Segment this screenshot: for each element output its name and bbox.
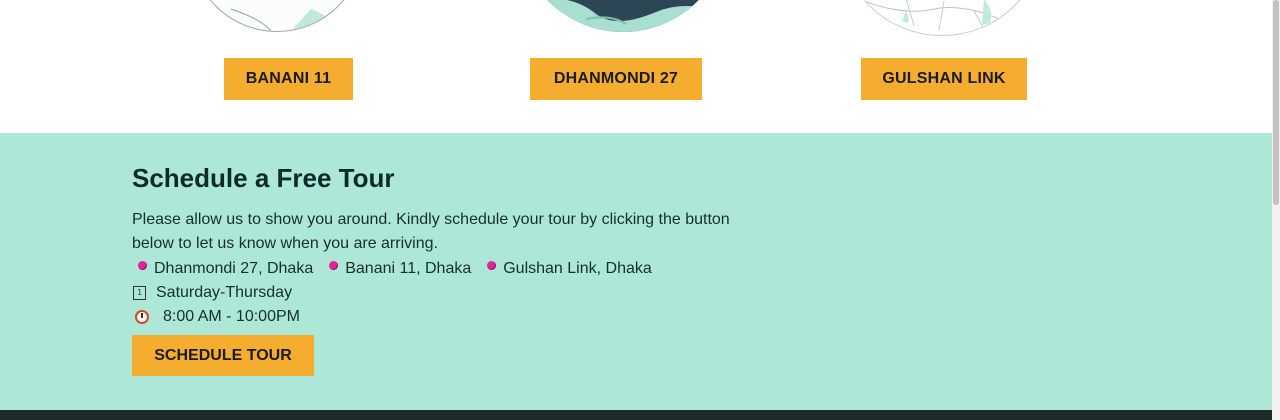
days-text: Saturday-Thursday: [156, 284, 293, 301]
opening-hours: 8:00 AM - 10:00PM: [132, 306, 300, 328]
schedule-tour-button[interactable]: SCHEDULE TOUR: [132, 335, 314, 376]
dhanmondi-map-image: [516, 0, 730, 32]
location-label: Dhanmondi 27, Dhaka: [154, 260, 314, 277]
page-scrollbar[interactable]: [1272, 0, 1280, 420]
clock-icon: [135, 310, 149, 324]
gulshan-link-button[interactable]: GULSHAN LINK: [861, 58, 1027, 100]
calendar-icon: 1: [133, 286, 146, 300]
banani-11-button[interactable]: BANANI 11: [224, 58, 353, 100]
location-item: Banani 11, Dhaka: [323, 260, 471, 278]
footer-divider: [0, 410, 1272, 420]
page: BANANI 11 DHANMONDI 27 GULSHAN LINK Sche…: [0, 0, 1272, 420]
dhanmondi-27-button[interactable]: DHANMONDI 27: [530, 58, 702, 100]
gulshan-map-image: [843, 0, 1041, 36]
pin-icon: [329, 260, 339, 270]
location-label: Banani 11, Dhaka: [345, 260, 472, 277]
section-title: Schedule a Free Tour: [132, 163, 395, 193]
hours-text: 8:00 AM - 10:00PM: [163, 308, 300, 325]
banani-map-image: [190, 0, 364, 32]
location-item: Dhanmondi 27, Dhaka: [132, 260, 313, 278]
locations-list: Dhanmondi 27, Dhaka Banani 11, Dhaka Gul…: [132, 258, 662, 280]
tour-description: Please allow us to show you around. Kind…: [132, 211, 730, 252]
pin-icon: [487, 260, 497, 270]
opening-days: 1 Saturday-Thursday: [132, 282, 292, 304]
location-item: Gulshan Link, Dhaka: [481, 260, 652, 278]
schedule-tour-section: Schedule a Free Tour Please allow us to …: [0, 133, 1272, 410]
location-label: Gulshan Link, Dhaka: [503, 260, 652, 277]
pin-icon: [138, 260, 147, 270]
branch-section: BANANI 11 DHANMONDI 27 GULSHAN LINK: [0, 0, 1272, 133]
scrollbar-thumb[interactable]: [1273, 0, 1279, 205]
